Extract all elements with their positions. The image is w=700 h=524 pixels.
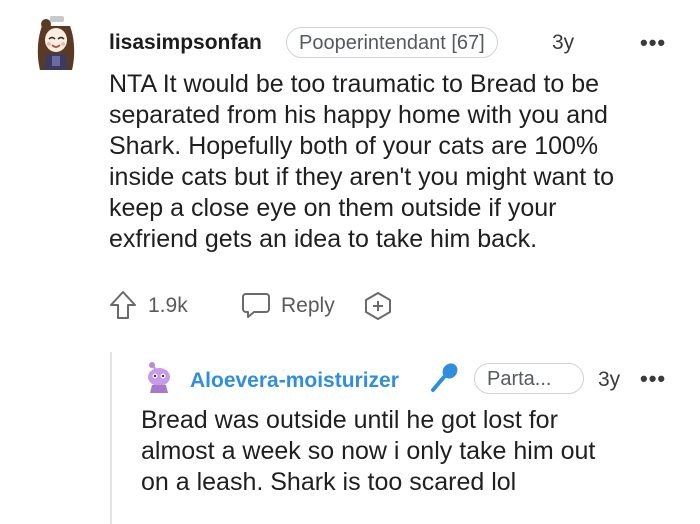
comment-line: on a leash. Shark is too scared lol: [141, 468, 517, 496]
comment-age: 3y: [552, 31, 575, 54]
comment-body: NTA It would be too traumatic to Bread t…: [109, 69, 689, 255]
comment-line: Shark. Hopefully both of your cats are 1…: [109, 132, 599, 160]
upvote-icon[interactable]: [108, 289, 138, 321]
reply-button[interactable]: Reply: [281, 294, 335, 318]
award-add-icon[interactable]: [362, 290, 394, 322]
user-flair: Pooperintendant [67]: [286, 27, 498, 58]
comment-line: keep a close eye on them outside if your: [109, 194, 557, 222]
user-flair: Parta...: [474, 363, 584, 394]
comment-line: NTA It would be too traumatic to Bread t…: [109, 70, 600, 98]
more-icon[interactable]: •••: [640, 30, 666, 56]
comment-username[interactable]: lisasimpsonfan: [109, 31, 262, 55]
comment-line: Bread was outside until he got lost for: [141, 406, 558, 434]
comment-age: 3y: [598, 368, 621, 391]
avatar[interactable]: [32, 14, 80, 74]
more-icon[interactable]: •••: [640, 366, 666, 392]
comment-line: separated from his happy home with you a…: [109, 101, 608, 129]
microphone-icon: [428, 361, 460, 395]
comment-body: Bread was outside until he got lost for …: [141, 405, 681, 498]
comment-line: exfriend gets an idea to take him back.: [109, 225, 538, 253]
vote-count: 1.9k: [148, 294, 188, 317]
comment-line: inside cats but if they aren't you might…: [109, 163, 615, 191]
avatar[interactable]: [142, 360, 176, 394]
comment-line: almost a week so now i only take him out: [141, 437, 596, 465]
reply-bubble-icon[interactable]: [240, 289, 272, 321]
thread-line[interactable]: [110, 352, 112, 524]
comment-username[interactable]: Aloevera-moisturizer: [190, 369, 399, 393]
